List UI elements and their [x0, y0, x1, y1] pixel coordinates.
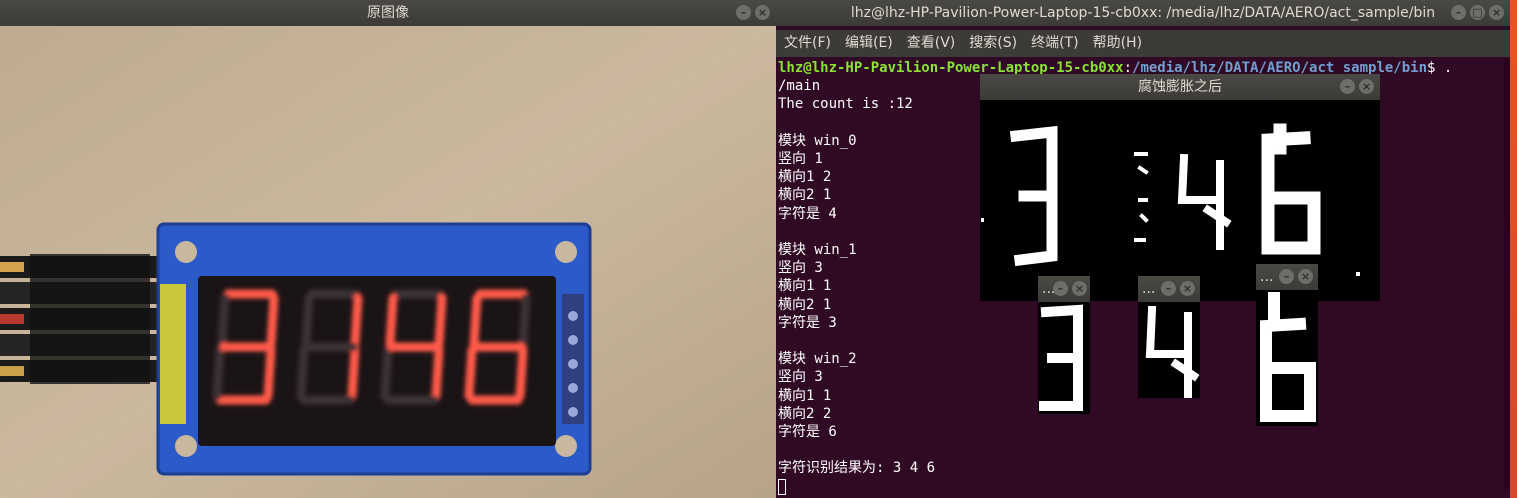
maximize-icon[interactable]: □: [1470, 5, 1485, 20]
erosion-titlebar[interactable]: 腐蚀膨胀之后 – ×: [980, 74, 1380, 100]
close-icon[interactable]: ×: [755, 5, 770, 20]
digit-4-titlebar[interactable]: ... – ×: [1138, 276, 1200, 302]
block-2-char: 字符是 6: [778, 424, 837, 441]
original-image-window[interactable]: 原图像 – ×: [0, 0, 776, 498]
camera-photo: [0, 26, 776, 498]
menu-edit[interactable]: 编辑(E): [845, 30, 893, 57]
led-segment-0-b: [266, 293, 279, 349]
minimize-icon[interactable]: –: [1053, 281, 1068, 296]
window-title: ...: [1260, 269, 1274, 285]
minimize-icon[interactable]: –: [1161, 281, 1176, 296]
block-2-horizontal-2: 横向2 2: [778, 405, 832, 422]
led-segment-2-f: [385, 293, 398, 349]
menu-terminal[interactable]: 终端(T): [1031, 30, 1078, 57]
led-segment-3-b: [518, 293, 531, 349]
close-icon[interactable]: ×: [1489, 5, 1504, 20]
menu-search[interactable]: 搜索(S): [969, 30, 1017, 57]
led-segment-1-c: [347, 345, 360, 401]
digit-6-image: [1256, 290, 1318, 426]
led-segment-3-c: [515, 345, 528, 401]
led-segment-3-e: [464, 345, 477, 401]
window-title: lhz@lhz-HP-Pavilion-Power-Laptop-15-cb0x…: [850, 5, 1436, 21]
close-icon[interactable]: ×: [1180, 281, 1195, 296]
erosion-dilation-window[interactable]: 腐蚀膨胀之后 – ×: [980, 74, 1380, 301]
digit-3-image: [1038, 302, 1090, 414]
led-segment-1-f: [301, 293, 314, 349]
desktop-background: [1510, 0, 1517, 498]
menu-help[interactable]: 帮助(H): [1093, 30, 1142, 57]
display-module: [156, 222, 592, 476]
binary-digit-3: [1009, 125, 1058, 267]
minimize-icon[interactable]: –: [736, 5, 751, 20]
digit-window-3[interactable]: ... – ×: [1038, 276, 1090, 414]
text-cursor: [778, 478, 786, 495]
binary-digit-4: [1177, 153, 1232, 250]
ribbon-cable: [0, 254, 165, 384]
menu-file[interactable]: 文件(F): [784, 30, 831, 57]
terminal-titlebar[interactable]: lhz@lhz-HP-Pavilion-Power-Laptop-15-cb0x…: [776, 0, 1510, 26]
window-title: ...: [1142, 281, 1156, 297]
binary-image: [980, 100, 1380, 301]
led-segment-2-b: [434, 293, 447, 349]
binary-digit-6: [1261, 123, 1321, 255]
digit-4-image: [1138, 302, 1200, 398]
minimize-icon[interactable]: –: [1279, 269, 1294, 284]
led-segment-0-f: [217, 293, 230, 349]
led-segment-0-e: [212, 345, 225, 401]
window-title: 腐蚀膨胀之后: [1138, 79, 1222, 95]
prompt-command: $ .: [1427, 60, 1453, 76]
window-title: 原图像: [367, 5, 409, 21]
led-segment-1-e: [296, 345, 309, 401]
close-icon[interactable]: ×: [1359, 79, 1374, 94]
minimize-icon[interactable]: –: [1451, 5, 1466, 20]
led-segment-2-e: [380, 345, 393, 401]
terminal-menubar: 文件(F) 编辑(E) 查看(V) 搜索(S) 终端(T) 帮助(H): [776, 30, 1510, 57]
digit-window-6[interactable]: ... – ×: [1256, 264, 1318, 426]
led-segment-2-c: [431, 345, 444, 401]
digit-3-titlebar[interactable]: ... – ×: [1038, 276, 1090, 302]
close-icon[interactable]: ×: [1298, 269, 1313, 284]
led-segment-3-f: [469, 293, 482, 349]
digit-window-4[interactable]: ... – ×: [1138, 276, 1200, 398]
led-segment-1-b: [350, 293, 363, 349]
binary-noise: [1134, 152, 1149, 242]
digit-6-titlebar[interactable]: ... – ×: [1256, 264, 1318, 290]
result-line: 字符识别结果为: 3 4 6: [778, 460, 936, 477]
original-image-titlebar[interactable]: 原图像 – ×: [0, 0, 776, 26]
minimize-icon[interactable]: –: [1340, 79, 1355, 94]
led-segment-0-c: [263, 345, 276, 401]
close-icon[interactable]: ×: [1072, 281, 1087, 296]
menu-view[interactable]: 查看(V): [907, 30, 956, 57]
